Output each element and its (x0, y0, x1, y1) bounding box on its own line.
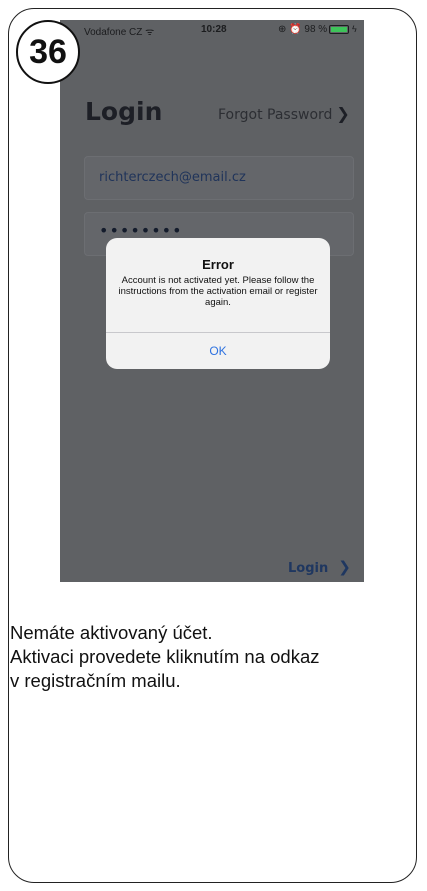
battery-icon (329, 25, 349, 34)
email-field[interactable]: richterczech@email.cz (84, 156, 354, 200)
forgot-password-label: Forgot Password (218, 107, 333, 123)
status-time: 10:28 (201, 24, 227, 35)
login-button-label: Login (288, 561, 329, 576)
login-button[interactable]: Login ❯ (288, 558, 351, 576)
step-number-badge: 36 (16, 20, 80, 84)
chevron-right-icon: ❯ (336, 104, 350, 123)
battery-fill (331, 27, 347, 32)
error-dialog: Error Account is not activated yet. Plea… (106, 238, 330, 369)
ok-button-label: OK (209, 344, 227, 358)
caption-line-2: Aktivaci provedete kliknutím na odkaz (10, 646, 320, 667)
instruction-caption: Nemáte aktivovaný účet. Aktivaci provede… (10, 621, 415, 693)
bolt-icon: ϟ (352, 24, 357, 34)
phone-screenshot: Vodafone CZ ᯤ 10:28 ⊕ ⏰ 98 % ϟ Login For… (60, 20, 364, 582)
status-bar: Vodafone CZ ᯤ 10:28 ⊕ ⏰ 98 % ϟ (60, 20, 364, 40)
status-indicators: ⊕ ⏰ 98 % (278, 24, 328, 35)
caption-line-1: Nemáte aktivovaný účet. (10, 622, 213, 643)
ok-button[interactable]: OK (106, 333, 330, 369)
dialog-title: Error (202, 257, 234, 272)
forgot-password-link[interactable]: Forgot Password ❯ (218, 104, 350, 123)
email-value: richterczech@email.cz (99, 170, 246, 185)
caption-line-3: v registračním mailu. (10, 670, 181, 691)
chevron-right-icon: ❯ (338, 558, 351, 576)
carrier-label: Vodafone CZ ᯤ (84, 27, 155, 38)
dialog-message: Account is not activated yet. Please fol… (118, 275, 318, 308)
step-number: 36 (29, 32, 67, 71)
page-title: Login (85, 97, 163, 126)
